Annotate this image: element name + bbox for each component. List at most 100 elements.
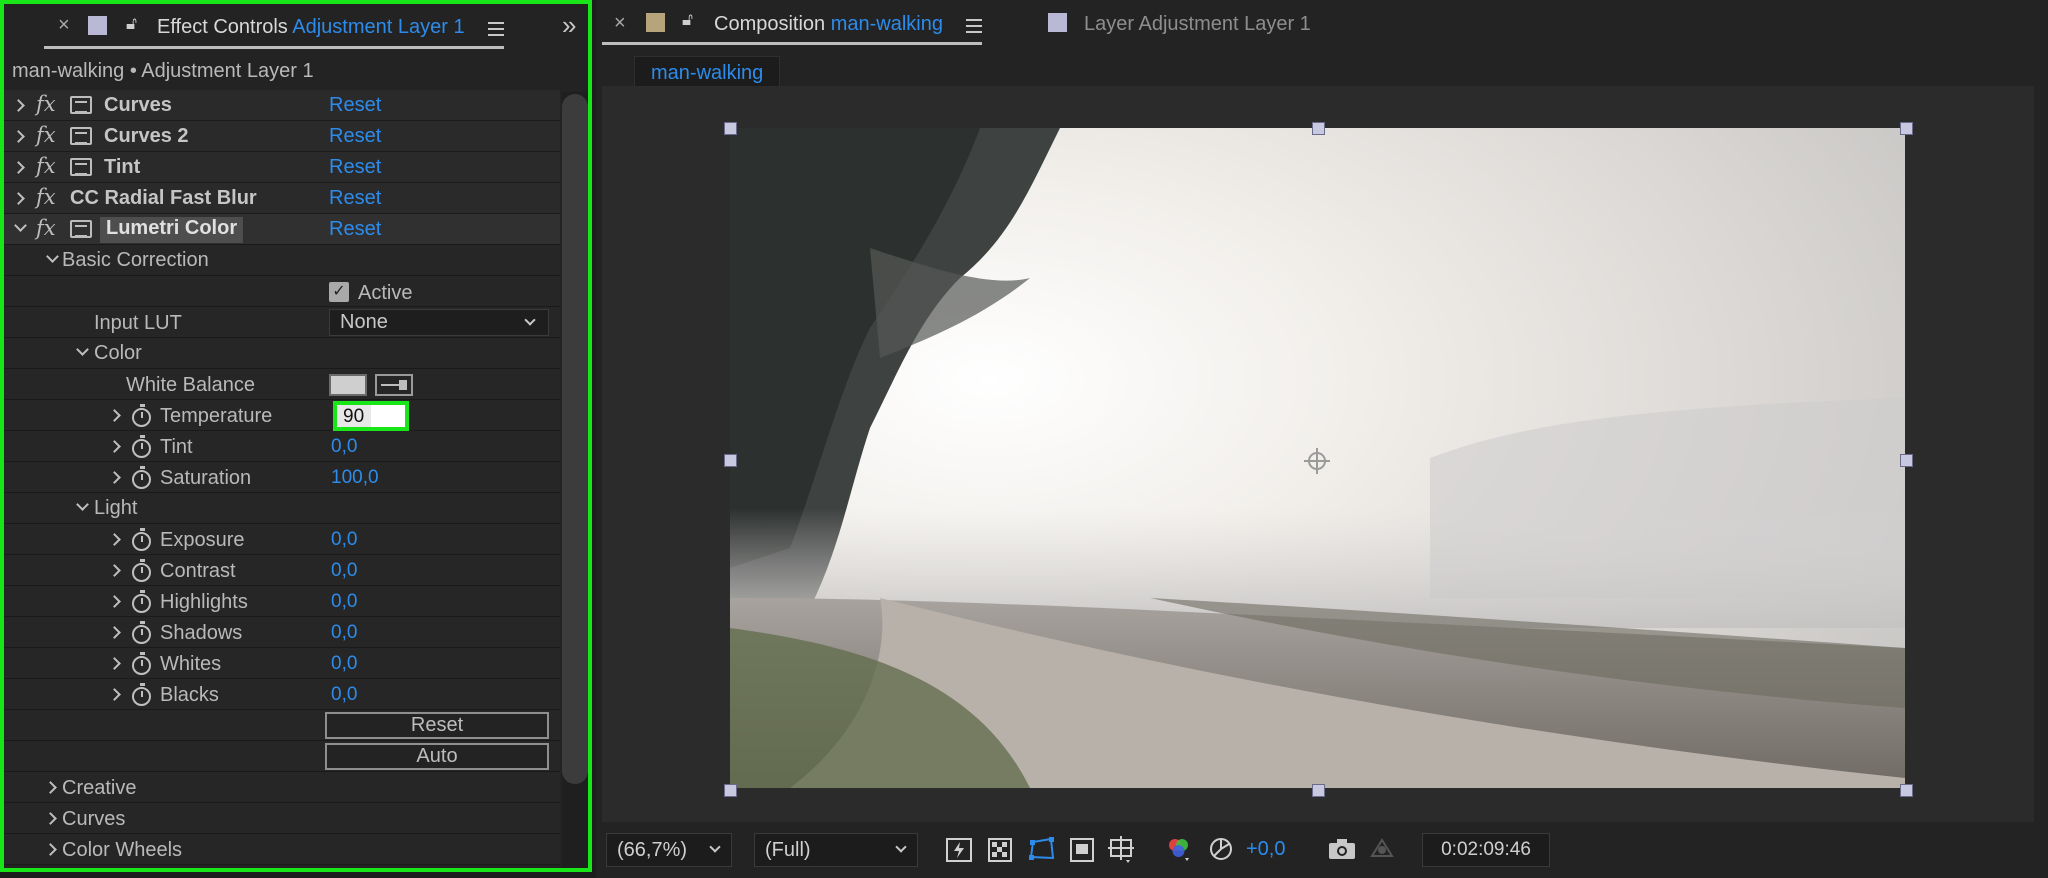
reset-link[interactable]: Reset <box>329 187 381 210</box>
close-tab-icon[interactable]: × <box>58 14 70 37</box>
region-of-interest-icon[interactable] <box>1070 838 1096 862</box>
transform-handle[interactable] <box>724 122 737 135</box>
expand-arrow-icon[interactable] <box>44 781 57 794</box>
expand-arrow-icon[interactable] <box>108 688 121 701</box>
stopwatch-icon[interactable] <box>132 528 151 551</box>
anchor-point-icon[interactable] <box>1302 446 1332 476</box>
label-color-swatch[interactable] <box>1048 13 1067 32</box>
stopwatch-icon[interactable] <box>132 683 151 706</box>
saturation-value[interactable]: 100,0 <box>331 467 379 489</box>
expand-arrow-icon[interactable] <box>108 626 121 639</box>
color-wheels-section[interactable]: Color Wheels <box>4 834 560 865</box>
lock-icon[interactable]: 🔓︎ <box>682 10 693 30</box>
expand-arrow-icon[interactable] <box>108 595 121 608</box>
effect-row-curves-2[interactable]: fx Curves 2 Reset <box>4 121 560 152</box>
creative-section[interactable]: Creative <box>4 772 560 803</box>
timecode-display[interactable]: 0:02:09:46 <box>1422 833 1550 867</box>
stopwatch-icon[interactable] <box>132 590 151 613</box>
effect-controls-tab-title[interactable]: Effect Controls Adjustment Layer 1 <box>157 16 465 39</box>
label-color-swatch[interactable] <box>646 13 665 32</box>
transform-handle[interactable] <box>1900 784 1913 797</box>
expand-arrow-icon[interactable] <box>12 192 25 205</box>
param-value[interactable]: 0,0 <box>331 591 357 613</box>
stopwatch-icon[interactable] <box>132 466 151 489</box>
transform-handle[interactable] <box>1312 784 1325 797</box>
label-color-swatch[interactable] <box>88 16 107 35</box>
curves-section[interactable]: Curves <box>4 803 560 834</box>
stopwatch-icon[interactable] <box>132 652 151 675</box>
lock-icon[interactable]: 🔓︎ <box>126 14 137 34</box>
expand-arrow-icon[interactable] <box>44 812 57 825</box>
transparency-grid-icon[interactable] <box>988 838 1014 862</box>
effect-row-cc-radial-fast-blur[interactable]: fx CC Radial Fast Blur Reset <box>4 183 560 214</box>
active-checkbox[interactable]: ✓ <box>329 282 349 302</box>
expand-arrow-icon[interactable] <box>108 409 121 422</box>
expand-arrow-icon[interactable] <box>44 843 57 856</box>
fx-icon[interactable]: fx <box>36 123 56 147</box>
reset-link[interactable]: Reset <box>329 156 381 179</box>
layer-tab[interactable]: Layer Adjustment Layer 1 <box>1084 13 1311 36</box>
transform-handle[interactable] <box>724 784 737 797</box>
camera-snapshot-icon[interactable] <box>1328 838 1355 860</box>
basic-correction-group[interactable]: Basic Correction <box>4 245 560 276</box>
composition-tab-title[interactable]: Composition man-walking <box>714 13 943 36</box>
exposure-value[interactable]: +0,0 <box>1246 838 1285 861</box>
grid-guides-icon[interactable] <box>1108 836 1134 863</box>
white-balance-swatch[interactable] <box>329 374 367 396</box>
collapse-arrow-icon[interactable] <box>46 250 59 263</box>
tint-value[interactable]: 0,0 <box>331 436 357 458</box>
transform-handle[interactable] <box>724 454 737 467</box>
input-lut-dropdown[interactable]: None <box>329 309 549 336</box>
expand-arrow-icon[interactable] <box>12 161 25 174</box>
transform-handle[interactable] <box>1900 122 1913 135</box>
stopwatch-icon[interactable] <box>132 559 151 582</box>
param-value[interactable]: 0,0 <box>331 560 357 582</box>
reset-link[interactable]: Reset <box>329 125 381 148</box>
param-value[interactable]: 0,0 <box>331 622 357 644</box>
reset-link[interactable]: Reset <box>329 94 381 117</box>
stopwatch-icon[interactable] <box>132 404 151 427</box>
expand-arrow-icon[interactable] <box>108 471 121 484</box>
panel-menu-icon[interactable] <box>966 19 982 33</box>
panel-menu-icon[interactable] <box>488 22 504 36</box>
effect-row-tint[interactable]: fx Tint Reset <box>4 152 560 183</box>
show-snapshot-icon[interactable] <box>1368 836 1394 858</box>
expand-arrow-icon[interactable] <box>108 657 121 670</box>
zoom-dropdown[interactable]: (66,7%) <box>606 833 732 867</box>
expand-arrow-icon[interactable] <box>108 533 121 546</box>
fx-icon[interactable]: fx <box>36 185 56 209</box>
temperature-input[interactable]: 90 <box>333 401 409 431</box>
expand-arrow-icon[interactable] <box>12 130 25 143</box>
effect-row-lumetri-color[interactable]: fx Lumetri Color Reset <box>4 214 560 245</box>
collapse-arrow-icon[interactable] <box>76 343 89 356</box>
light-group[interactable]: Light <box>4 493 560 524</box>
mask-path-visibility-icon[interactable] <box>1028 836 1055 860</box>
fx-icon[interactable]: fx <box>36 154 56 178</box>
close-tab-icon[interactable]: × <box>614 12 626 35</box>
transform-handle[interactable] <box>1900 454 1913 467</box>
stopwatch-icon[interactable] <box>132 621 151 644</box>
stopwatch-icon[interactable] <box>132 435 151 458</box>
scrollbar-thumb[interactable] <box>562 94 588 784</box>
color-management-icon[interactable] <box>1208 836 1234 860</box>
channels-icon[interactable] <box>1166 836 1192 861</box>
expand-arrow-icon[interactable] <box>108 564 121 577</box>
param-value[interactable]: 0,0 <box>331 684 357 706</box>
expand-panels-icon[interactable]: » <box>562 10 576 41</box>
expand-arrow-icon[interactable] <box>108 440 121 453</box>
reset-button[interactable]: Reset <box>325 712 549 739</box>
transform-handle[interactable] <box>1312 122 1325 135</box>
collapse-arrow-icon[interactable] <box>14 219 27 232</box>
expand-arrow-icon[interactable] <box>12 99 25 112</box>
auto-button[interactable]: Auto <box>325 743 549 770</box>
eyedropper-icon[interactable] <box>375 374 413 396</box>
fast-previews-icon[interactable] <box>946 838 972 862</box>
color-group[interactable]: Color <box>4 338 560 369</box>
param-value[interactable]: 0,0 <box>331 653 357 675</box>
fx-icon[interactable]: fx <box>36 216 56 240</box>
collapse-arrow-icon[interactable] <box>76 498 89 511</box>
param-value[interactable]: 0,0 <box>331 529 357 551</box>
fx-icon[interactable]: fx <box>36 92 56 116</box>
reset-link[interactable]: Reset <box>329 218 381 241</box>
resolution-dropdown[interactable]: (Full) <box>754 833 918 867</box>
